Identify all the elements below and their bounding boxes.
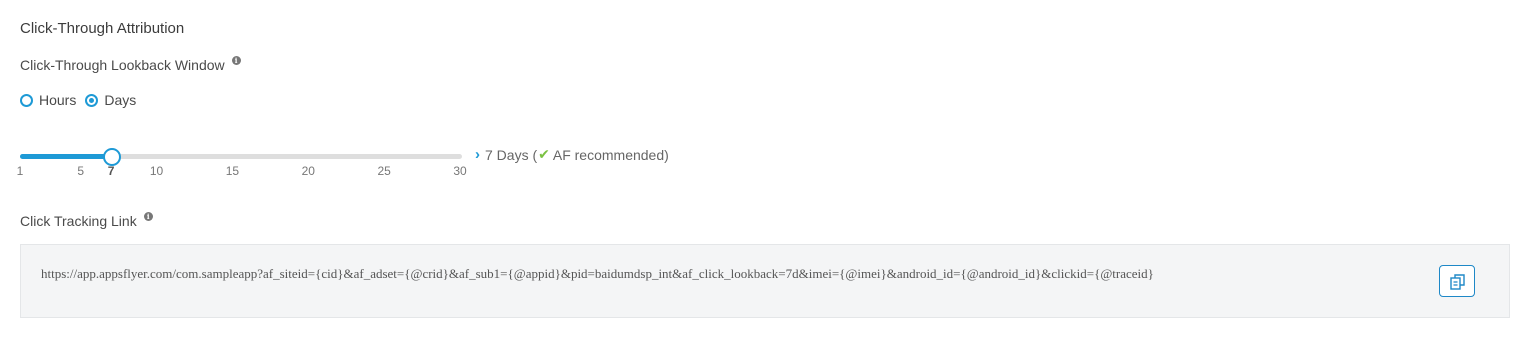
slider-tick-label: 20 xyxy=(301,164,315,178)
lookback-window-label: Click-Through Lookback Window i xyxy=(20,55,241,73)
lookback-value-display: › 7 Days ( ✔ AF recommended) xyxy=(475,146,669,163)
tracking-link-box: https://app.appsflyer.com/com.sampleapp?… xyxy=(20,244,1510,318)
chevron-right-icon: › xyxy=(475,146,480,163)
slider-tick-label: 15 xyxy=(225,164,240,178)
slider-tick-label: 10 xyxy=(149,164,164,178)
radio-days[interactable]: Days xyxy=(85,92,136,108)
slider-tick-label: 25 xyxy=(377,164,391,178)
lookback-slider[interactable] xyxy=(20,147,462,166)
radio-days-circle[interactable] xyxy=(85,93,99,107)
recommendation-text: AF recommended) xyxy=(552,146,669,163)
slider-tick-label: 30 xyxy=(453,164,467,178)
copy-icon xyxy=(1450,274,1465,290)
copy-link-button[interactable] xyxy=(1439,265,1475,297)
radio-hours-label: Hours xyxy=(39,92,77,108)
info-icon[interactable]: i xyxy=(143,211,153,221)
radio-hours[interactable]: Hours xyxy=(20,92,76,108)
section-title: Click-Through Attribution xyxy=(20,20,185,37)
info-icon[interactable]: i xyxy=(231,55,241,65)
tracking-link-url[interactable]: https://app.appsflyer.com/com.sampleapp?… xyxy=(41,266,1154,282)
radio-days-label: Days xyxy=(104,92,137,108)
tracking-link-label-text: Click Tracking Link xyxy=(20,213,137,229)
slider-tick-label: 5 xyxy=(77,164,85,178)
slider-tick-label: 7 xyxy=(107,164,115,178)
lookback-window-label-text: Click-Through Lookback Window xyxy=(20,57,225,73)
radio-hours-circle[interactable] xyxy=(20,93,33,107)
lookback-value-text: 7 Days ( xyxy=(485,146,538,163)
check-icon: ✔ xyxy=(538,146,550,162)
slider-tick-label: 1 xyxy=(16,164,24,178)
tracking-link-label: Click Tracking Link i xyxy=(20,211,153,229)
slider-fill xyxy=(20,154,112,159)
lookback-unit-radio-group: Hours Days xyxy=(20,92,145,108)
